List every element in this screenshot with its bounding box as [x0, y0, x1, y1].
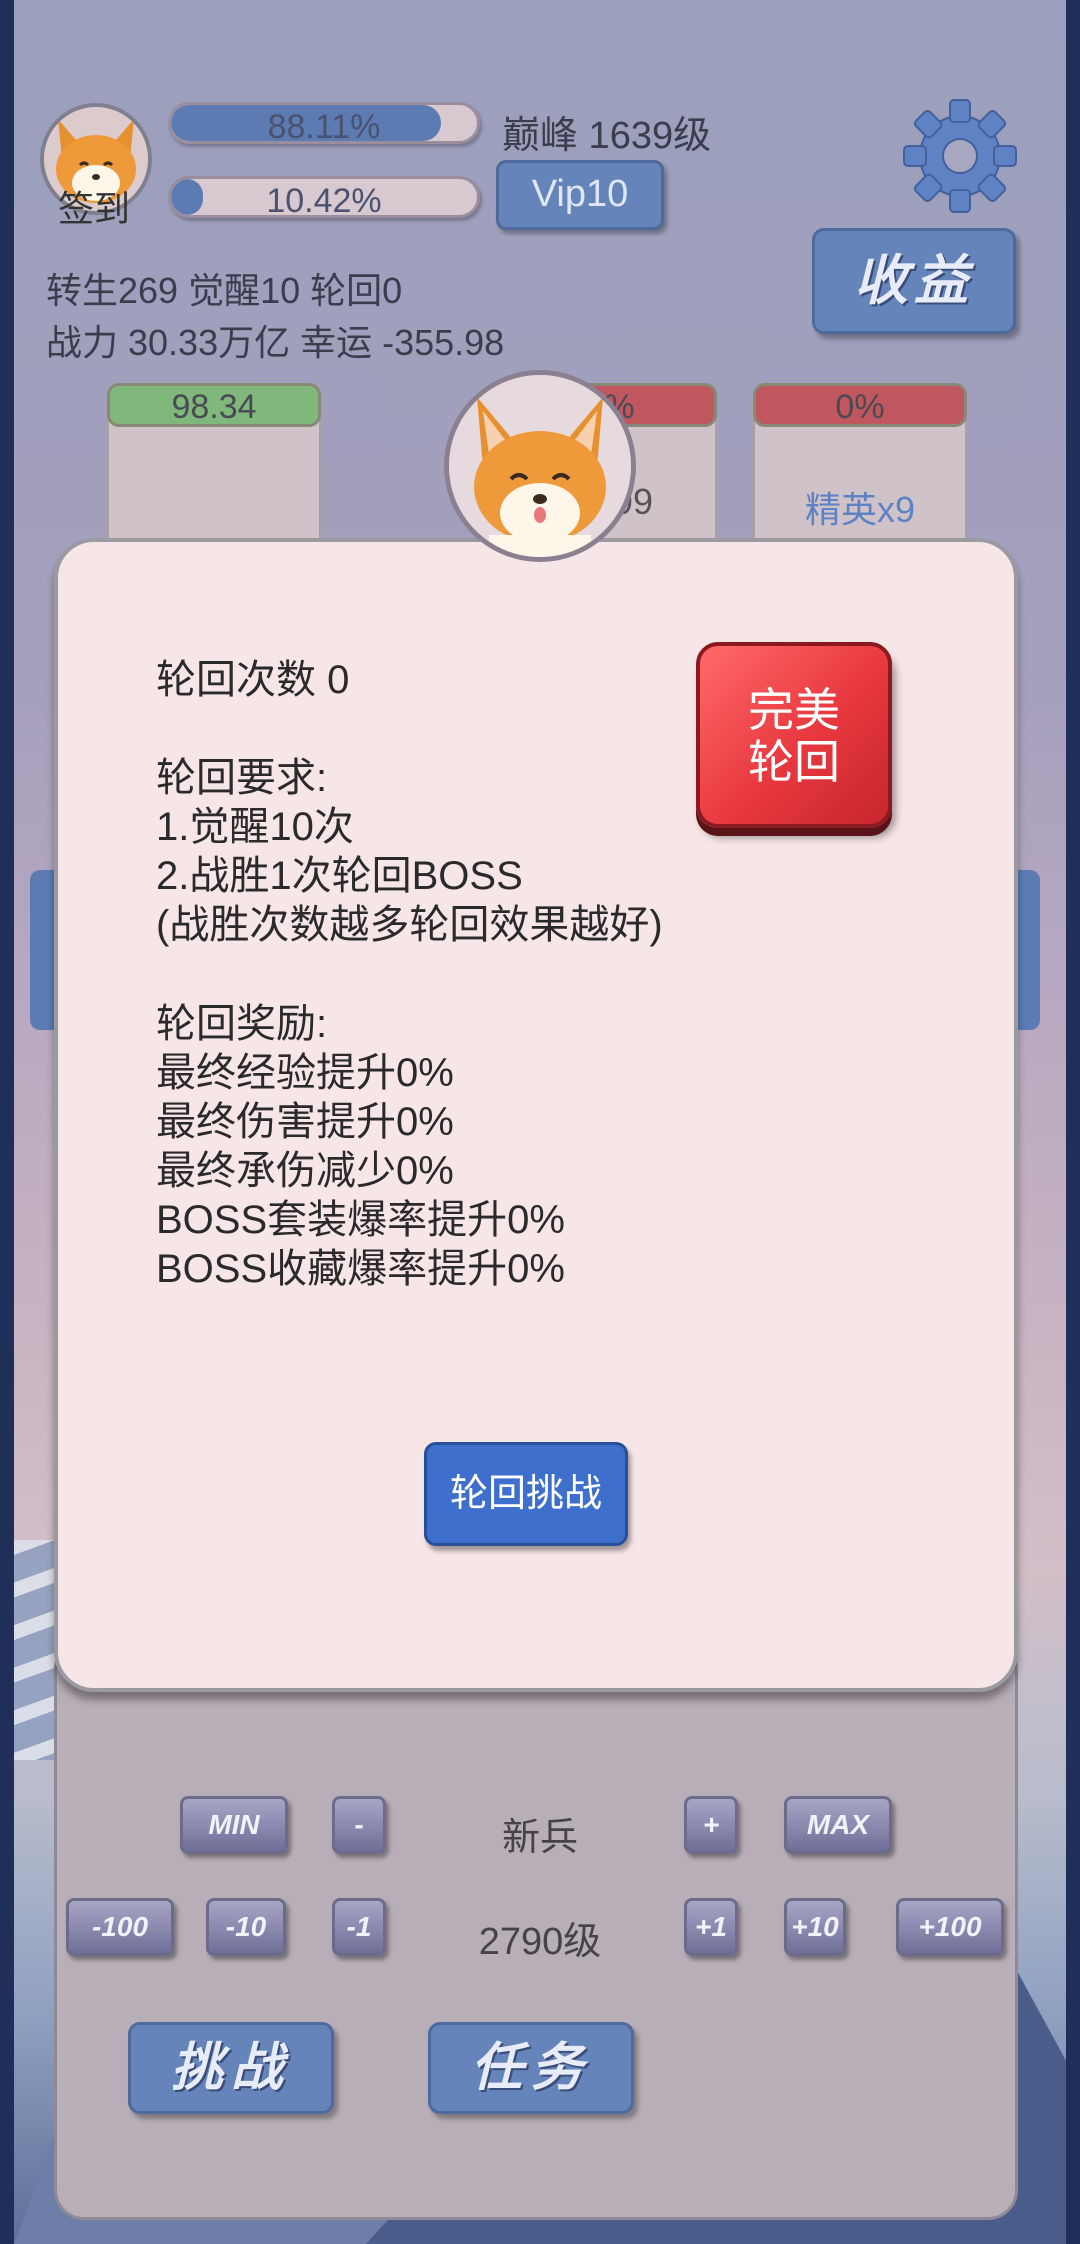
- minus-button[interactable]: -: [332, 1796, 386, 1854]
- perfect-button-line2: 轮回: [748, 736, 840, 788]
- plus-10-button[interactable]: +10: [784, 1898, 846, 1956]
- exp-progress-label: 88.11%: [267, 108, 381, 144]
- rank-label: 新兵: [501, 1817, 578, 1859]
- gear-icon[interactable]: [902, 98, 1018, 214]
- second-progress-label: 10.42%: [266, 182, 382, 218]
- max-button[interactable]: MAX: [784, 1796, 892, 1854]
- income-button[interactable]: 收益: [812, 228, 1016, 334]
- plus-100-button[interactable]: +100: [896, 1898, 1004, 1956]
- task-button[interactable]: 任务: [428, 2022, 634, 2114]
- minus-1-button[interactable]: -1: [332, 1898, 386, 1956]
- reincarnation-rewards: 轮回奖励: 最终经验提升0% 最终伤害提升0% 最终承伤减少0% BOSS套装爆…: [156, 1002, 565, 1291]
- reincarnation-count: 轮回次数 0: [156, 658, 350, 702]
- perfect-button-line1: 完美: [748, 684, 840, 736]
- checkin-label[interactable]: 签到: [58, 180, 130, 232]
- corgi-icon: [449, 375, 631, 557]
- stage-label: 精英x9: [804, 489, 916, 530]
- power-luck-stats: 战力 30.33万亿 幸运 -355.98: [46, 322, 505, 363]
- plus-1-button[interactable]: +1: [684, 1898, 738, 1956]
- corgi-mascot: [444, 370, 636, 562]
- peak-level-text: 巅峰 1639级: [502, 115, 712, 157]
- reincarnation-requirements: 轮回要求: 1.觉醒10次 2.战胜1次轮回BOSS (战胜次数越多轮回效果越好…: [156, 756, 663, 947]
- challenge-button[interactable]: 挑战: [128, 2022, 334, 2114]
- perfect-reincarnation-button[interactable]: 完美 轮回: [696, 642, 892, 828]
- stage-progress-bar: 98.34: [107, 383, 321, 427]
- plus-button[interactable]: +: [684, 1796, 738, 1854]
- minus-10-button[interactable]: -10: [206, 1898, 286, 1956]
- vip-button[interactable]: Vip10: [496, 160, 664, 230]
- stage-level-label: 2790级: [478, 1921, 602, 1963]
- stage-progress-bar: 0%: [753, 383, 967, 427]
- exp-progress-bar: 88.11%: [168, 102, 480, 144]
- reincarnation-dialog: 轮回次数 0 轮回要求: 1.觉醒10次 2.战胜1次轮回BOSS (战胜次数越…: [54, 538, 1018, 1692]
- second-progress-bar: 10.42%: [168, 176, 480, 218]
- minus-100-button[interactable]: -100: [66, 1898, 174, 1956]
- reincarnation-challenge-button[interactable]: 轮回挑战: [424, 1442, 628, 1546]
- rebirth-stats: 转生269 觉醒10 轮回0: [46, 270, 403, 311]
- min-button[interactable]: MIN: [180, 1796, 288, 1854]
